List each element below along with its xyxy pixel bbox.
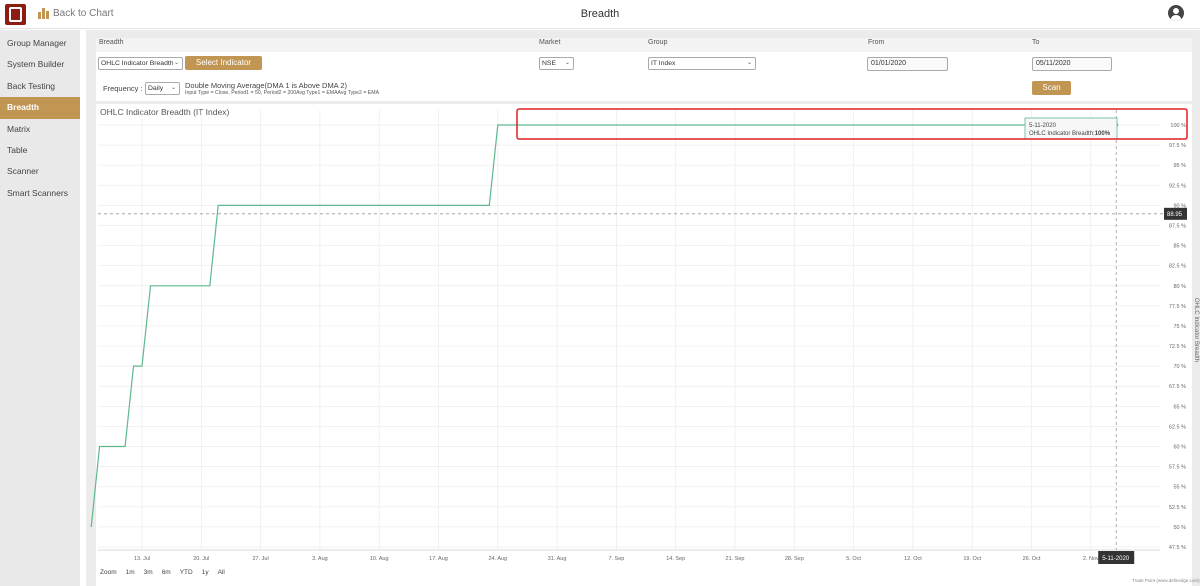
y-tick-label: 57.5 %	[1169, 465, 1186, 471]
x-axis-ticks: 13. Jul 20. Jul 27. Jul 3. Aug 10. Aug 17. Au…	[134, 556, 1099, 562]
y-tick-label: 50 %	[1173, 525, 1186, 531]
y-tick-label: 100 %	[1170, 123, 1186, 129]
chart-grid	[98, 110, 1160, 551]
y-tick-label: 97.5 %	[1169, 143, 1186, 149]
x-tick-label: 27. Jul	[252, 556, 268, 562]
y-tick-label: 67.5 %	[1169, 384, 1186, 390]
y-tick-label: 80 %	[1173, 284, 1186, 290]
x-tick-label: 3. Aug	[312, 556, 328, 562]
y-tick-label: 70 %	[1173, 364, 1186, 370]
y-axis-title: OHLC Indicator Breadth	[1193, 298, 1199, 362]
tooltip-line: OHLC Indicator Breadth:100%	[1029, 131, 1111, 137]
y-tick-label: 65 %	[1173, 404, 1186, 410]
x-tick-label: 2. Nov	[1083, 556, 1099, 562]
y-tick-label: 77.5 %	[1169, 304, 1186, 310]
zoom-all[interactable]: All	[218, 569, 225, 576]
x-tick-label: 19. Oct	[963, 556, 981, 562]
x-tick-label: 20. Jul	[193, 556, 209, 562]
y-tick-label: 47.5 %	[1169, 545, 1186, 551]
chart-tooltip: 5-11-2020 OHLC Indicator Breadth:100%	[1024, 117, 1118, 140]
y-tick-label: 52.5 %	[1169, 505, 1186, 511]
zoom-bar: Zoom 1m 3m 6m YTD 1y All	[100, 569, 225, 576]
y-tick-label: 62.5 %	[1169, 424, 1186, 430]
y-axis-ticks: 100 %97.5 %95 %92.5 %90 %87.5 %85 %82.5 …	[1169, 123, 1186, 551]
y-tick-label: 60 %	[1173, 445, 1186, 451]
y-tick-label: 85 %	[1173, 244, 1186, 250]
zoom-1m[interactable]: 1m	[126, 569, 135, 576]
y-tick-label: 95 %	[1173, 163, 1186, 169]
credit-text: Trade Point (www.definedge.com)	[1132, 578, 1200, 583]
zoom-label: Zoom	[100, 569, 117, 576]
crosshair-value-text: 88.95	[1167, 212, 1183, 218]
x-tick-label: 7. Sep	[608, 556, 624, 562]
x-tick-label: 31. Aug	[548, 556, 567, 562]
breadth-chart[interactable]: OHLC Indicator Breadth (IT Index) 100 % 9…	[0, 0, 1200, 586]
x-tick-label: 26. Oct	[1023, 556, 1041, 562]
y-tick-label: 92.5 %	[1169, 183, 1186, 189]
x-tick-label: 28. Sep	[785, 556, 804, 562]
x-tick-label: 5. Oct	[846, 556, 861, 562]
tooltip-date: 5-11-2020	[1029, 123, 1057, 129]
tooltip-series: OHLC Indicator Breadth:	[1029, 131, 1095, 137]
x-tick-label: 24. Aug	[488, 556, 507, 562]
y-tick-label: 87.5 %	[1169, 223, 1186, 229]
x-tick-label: 17. Aug	[429, 556, 448, 562]
zoom-6m[interactable]: 6m	[162, 569, 171, 576]
crosshair-date-label: 5-11-2020	[1098, 551, 1135, 564]
crosshair-date-text: 5-11-2020	[1102, 556, 1130, 562]
x-tick-label: 10. Aug	[370, 556, 389, 562]
x-tick-label: 12. Oct	[904, 556, 922, 562]
y-tick-label: 72.5 %	[1169, 344, 1186, 350]
chart-title: OHLC Indicator Breadth (IT Index)	[100, 107, 229, 117]
crosshair-value-label: 88.95	[1164, 207, 1187, 220]
y-tick-label: 55 %	[1173, 485, 1186, 491]
zoom-1y[interactable]: 1y	[202, 569, 209, 576]
y-tick-label: 75 %	[1173, 324, 1186, 330]
tooltip-value: 100%	[1095, 131, 1111, 137]
y-tick-label: 82.5 %	[1169, 264, 1186, 270]
x-tick-label: 13. Jul	[134, 556, 150, 562]
x-tick-label: 21. Sep	[726, 556, 745, 562]
zoom-3m[interactable]: 3m	[144, 569, 153, 576]
zoom-ytd[interactable]: YTD	[180, 569, 193, 576]
x-tick-label: 14. Sep	[666, 556, 685, 562]
